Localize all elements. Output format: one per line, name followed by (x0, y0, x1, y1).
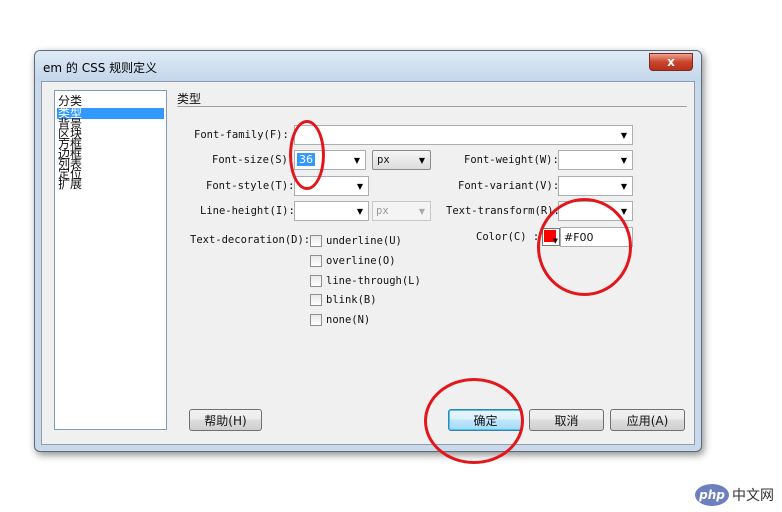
font-size-unit-select[interactable]: px ▼ (372, 150, 431, 170)
color-label: Color(C) : (476, 231, 540, 243)
overline-label: overline(O) (326, 255, 396, 267)
help-button[interactable]: 帮助(H) (189, 409, 262, 431)
chevron-down-icon[interactable]: ▼ (352, 202, 368, 220)
none-option[interactable]: none(N) (310, 314, 370, 326)
category-panel: 分类 类型 背景 区块 方框 边框 列表 定位 扩展 (54, 90, 167, 430)
font-style-label: Font-style(T): (206, 180, 295, 192)
blink-checkbox[interactable] (310, 294, 322, 306)
font-size-label: Font-size(S): (212, 154, 295, 166)
line-through-checkbox[interactable] (310, 275, 322, 287)
line-height-label: Line-height(I): (200, 205, 295, 217)
group-title: 类型 (177, 92, 202, 106)
chevron-down-icon[interactable]: ▼ (414, 202, 430, 220)
font-weight-select[interactable]: ▼ (558, 150, 633, 170)
line-through-label: line-through(L) (326, 275, 421, 287)
chevron-down-icon[interactable]: ▼ (616, 151, 632, 169)
font-family-label: Font-family(F): (194, 129, 289, 141)
cancel-button[interactable]: 取消 (529, 409, 604, 431)
group-divider (177, 106, 687, 107)
close-icon: x (667, 55, 675, 69)
line-height-unit-select[interactable]: px ▼ (372, 201, 431, 221)
blink-option[interactable]: blink(B) (310, 294, 377, 306)
font-family-combobox[interactable]: ▼ (294, 125, 633, 145)
category-item-extensions[interactable]: 扩展 (57, 178, 164, 190)
text-decoration-label: Text-decoration(D): (190, 234, 311, 246)
blink-label: blink(B) (326, 294, 377, 306)
php-logo: php (695, 484, 729, 506)
category-list[interactable]: 类型 背景 区块 方框 边框 列表 定位 扩展 (57, 107, 164, 190)
close-button[interactable]: x (649, 53, 693, 71)
font-weight-label: Font-weight(W): (464, 154, 559, 166)
none-checkbox[interactable] (310, 314, 322, 326)
line-height-unit-value: px (376, 205, 389, 217)
watermark: php 中文网 (695, 484, 774, 506)
none-label: none(N) (326, 314, 371, 326)
underline-label: underline(U) (326, 235, 402, 247)
chevron-down-icon[interactable]: ▼ (616, 126, 632, 144)
underline-checkbox[interactable] (310, 235, 322, 247)
chevron-down-icon[interactable]: ▼ (352, 177, 368, 195)
font-variant-select[interactable]: ▼ (558, 176, 633, 196)
overline-option[interactable]: overline(O) (310, 255, 396, 267)
font-variant-label: Font-variant(V): (458, 180, 560, 192)
line-height-combobox[interactable]: ▼ (294, 201, 369, 221)
annotation-ring-color (537, 198, 632, 296)
chevron-down-icon[interactable]: ▼ (414, 151, 430, 169)
chevron-down-icon[interactable]: ▼ (349, 151, 365, 169)
dialog-title: em 的 CSS 规则定义 (43, 61, 158, 75)
watermark-text: 中文网 (732, 488, 774, 504)
title-bar[interactable]: em 的 CSS 规则定义 x (35, 51, 701, 81)
chevron-down-icon[interactable]: ▼ (616, 177, 632, 195)
overline-checkbox[interactable] (310, 255, 322, 267)
annotation-ring-font-size (289, 120, 325, 190)
text-transform-label: Text-transform(R): (446, 205, 560, 217)
apply-button[interactable]: 应用(A) (610, 409, 685, 431)
underline-option[interactable]: underline(U) (310, 235, 402, 247)
font-size-unit-value: px (377, 154, 390, 166)
annotation-ring-ok (424, 378, 524, 464)
line-through-option[interactable]: line-through(L) (310, 275, 421, 287)
